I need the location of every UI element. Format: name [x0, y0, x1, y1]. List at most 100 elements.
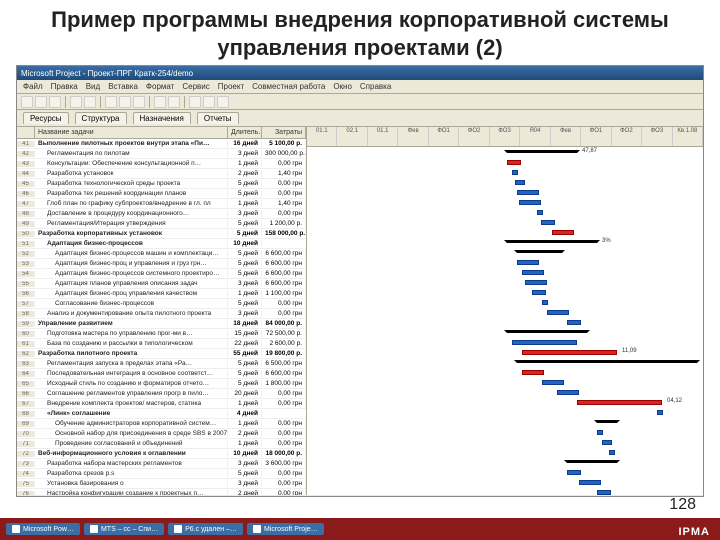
- link-button[interactable]: [189, 96, 201, 108]
- tab-Назначения[interactable]: Назначения: [133, 112, 191, 124]
- task-bar[interactable]: [537, 210, 543, 215]
- gantt-body[interactable]: 47,873%11,0904,12: [307, 147, 703, 495]
- menubar[interactable]: ФайлПравкаВидВставкаФорматСервисПроектСо…: [17, 80, 703, 94]
- task-bar[interactable]: [577, 400, 662, 405]
- table-row[interactable]: 73Разработка набора мастерских регламент…: [17, 459, 306, 469]
- table-row[interactable]: 65Исходный стиль по созданию и форматиро…: [17, 379, 306, 389]
- table-row[interactable]: 58Анализ и документирование опыта пилотн…: [17, 309, 306, 319]
- task-bar[interactable]: [567, 470, 581, 475]
- task-grid[interactable]: Название задачи Длитель… Затраты 41Выпол…: [17, 127, 307, 495]
- task-bar[interactable]: [515, 180, 525, 185]
- task-bar[interactable]: [541, 220, 555, 225]
- table-row[interactable]: 71Проведение согласований и объединений1…: [17, 439, 306, 449]
- task-bar[interactable]: [519, 200, 541, 205]
- task-bar[interactable]: [602, 440, 612, 445]
- table-row[interactable]: 61База по созданию и рассылки в типологи…: [17, 339, 306, 349]
- summary-bar[interactable]: [507, 240, 597, 243]
- tab-Ресурсы[interactable]: Ресурсы: [23, 112, 69, 124]
- task-bar[interactable]: [597, 490, 611, 495]
- table-row[interactable]: 52Адаптация бизнес-процессов машин и ком…: [17, 249, 306, 259]
- task-bar[interactable]: [532, 290, 546, 295]
- table-row[interactable]: 41Выполнение пилотных проектов внутри эт…: [17, 139, 306, 149]
- table-row[interactable]: 50Разработка корпоративных установок5 дн…: [17, 229, 306, 239]
- table-row[interactable]: 45Разработка технологической среды проек…: [17, 179, 306, 189]
- menu-Сервис[interactable]: Сервис: [182, 82, 209, 91]
- table-row[interactable]: 72Веб-информационного условия к оглавлен…: [17, 449, 306, 459]
- windows-taskbar[interactable]: Microsoft Pow… MTS – сс – Спи… Р6.с удален…: [0, 518, 720, 540]
- menu-Проект[interactable]: Проект: [218, 82, 244, 91]
- summary-bar[interactable]: [567, 460, 617, 463]
- task-bar[interactable]: [567, 320, 581, 325]
- summary-bar[interactable]: [507, 150, 577, 153]
- open-button[interactable]: [35, 96, 47, 108]
- table-row[interactable]: 48Доставление в процедуру координационно…: [17, 209, 306, 219]
- table-row[interactable]: 62Разработка пилотного проекта55 дней19 …: [17, 349, 306, 359]
- menu-Окно[interactable]: Окно: [333, 82, 352, 91]
- menu-Совместная работа[interactable]: Совместная работа: [252, 82, 325, 91]
- print-button[interactable]: [70, 96, 82, 108]
- task-bar[interactable]: [507, 160, 521, 165]
- table-row[interactable]: 74Разработка срезов p.s5 дней0,00 грн: [17, 469, 306, 479]
- menu-Вставка[interactable]: Вставка: [108, 82, 138, 91]
- toolbar[interactable]: [17, 94, 703, 110]
- table-row[interactable]: 60Подготовка мастера по управлению прог-…: [17, 329, 306, 339]
- tab-Структура[interactable]: Структура: [75, 112, 127, 124]
- undo-button[interactable]: [154, 96, 166, 108]
- task-bar[interactable]: [525, 280, 547, 285]
- table-row[interactable]: 49Регламентация/Итерация утверждения5 дн…: [17, 219, 306, 229]
- preview-button[interactable]: [84, 96, 96, 108]
- summary-bar[interactable]: [517, 250, 562, 253]
- menu-Формат[interactable]: Формат: [146, 82, 174, 91]
- taskbar-item[interactable]: Microsoft Pow…: [6, 523, 80, 535]
- taskbar-item[interactable]: Р6.с удален –…: [168, 523, 243, 535]
- paste-button[interactable]: [133, 96, 145, 108]
- col-duration[interactable]: Длитель…: [228, 127, 262, 138]
- table-row[interactable]: 67Внедрение комплекта проектов/ мастеров…: [17, 399, 306, 409]
- summary-bar[interactable]: [507, 330, 587, 333]
- table-row[interactable]: 47Глоб план по графику субпроектов/внедр…: [17, 199, 306, 209]
- table-row[interactable]: 76Настройка конфигурации создание к прое…: [17, 489, 306, 495]
- table-row[interactable]: 44Разработка установок2 дней1,40 грн: [17, 169, 306, 179]
- task-bar[interactable]: [522, 370, 544, 375]
- table-row[interactable]: 53Адаптация бизнес-проц и управления и г…: [17, 259, 306, 269]
- table-row[interactable]: 64Последовательная интеграция в основное…: [17, 369, 306, 379]
- gantt-chart[interactable]: 01.102.101.1ФевФО1ФО2ФО3Я04ФевФО1ФО2ФО3К…: [307, 127, 703, 495]
- cut-button[interactable]: [105, 96, 117, 108]
- new-button[interactable]: [21, 96, 33, 108]
- table-row[interactable]: 75Установка базирования о3 дней0,00 грн: [17, 479, 306, 489]
- table-row[interactable]: 55Адаптация планов управления описания з…: [17, 279, 306, 289]
- table-row[interactable]: 57Согласование бизнес-процессов5 дней0,0…: [17, 299, 306, 309]
- table-row[interactable]: 56Адаптация бизнес-проц управления качес…: [17, 289, 306, 299]
- taskbar-item[interactable]: Microsoft Proje…: [247, 523, 324, 535]
- task-bar[interactable]: [542, 300, 548, 305]
- table-row[interactable]: 46Разработка тех решений координации пла…: [17, 189, 306, 199]
- task-bar[interactable]: [522, 350, 617, 355]
- table-row[interactable]: 51Адаптация бизнес-процессов10 дней: [17, 239, 306, 249]
- table-row[interactable]: 42Регламентация по пилотам3 дней300 000,…: [17, 149, 306, 159]
- menu-Правка[interactable]: Правка: [51, 82, 78, 91]
- tab-Отчеты[interactable]: Отчеты: [197, 112, 239, 124]
- table-row[interactable]: 66Соглашение регламентов управления прог…: [17, 389, 306, 399]
- table-row[interactable]: 70Основной набор для присоединения в сре…: [17, 429, 306, 439]
- task-bar[interactable]: [522, 270, 544, 275]
- table-row[interactable]: 43Консультации: Обеспечение консультацио…: [17, 159, 306, 169]
- save-button[interactable]: [49, 96, 61, 108]
- summary-bar[interactable]: [597, 420, 617, 423]
- table-row[interactable]: 59Управление развитием18 дней84 000,00 р…: [17, 319, 306, 329]
- task-bar[interactable]: [552, 230, 574, 235]
- summary-bar[interactable]: [517, 360, 697, 363]
- task-bar[interactable]: [517, 190, 539, 195]
- taskbar-item[interactable]: MTS – сс – Спи…: [84, 523, 164, 535]
- copy-button[interactable]: [119, 96, 131, 108]
- unlink-button[interactable]: [203, 96, 215, 108]
- task-bar[interactable]: [512, 170, 518, 175]
- task-bar[interactable]: [517, 260, 539, 265]
- task-bar[interactable]: [609, 450, 615, 455]
- menu-Файл[interactable]: Файл: [23, 82, 43, 91]
- col-id[interactable]: [17, 127, 35, 138]
- task-bar[interactable]: [657, 410, 663, 415]
- task-bar[interactable]: [542, 380, 564, 385]
- task-bar[interactable]: [557, 390, 579, 395]
- redo-button[interactable]: [168, 96, 180, 108]
- col-name[interactable]: Название задачи: [35, 127, 228, 138]
